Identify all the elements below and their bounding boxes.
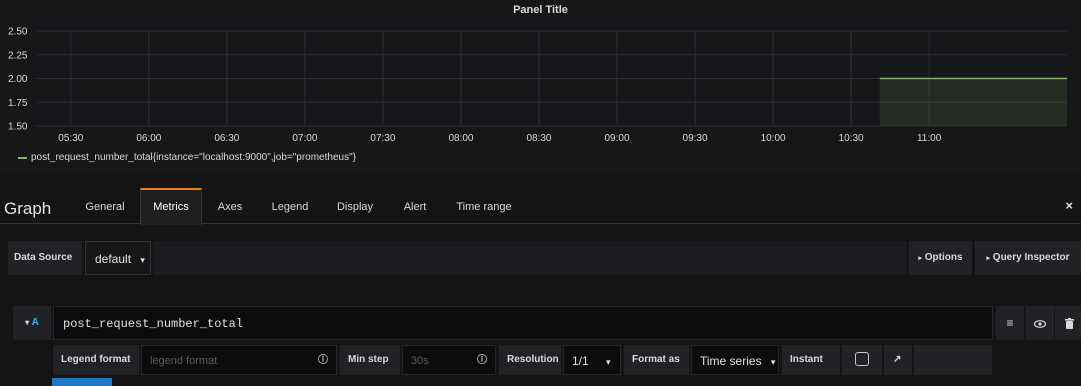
tab-axes[interactable]: Axes (206, 188, 254, 224)
tab-alert[interactable]: Alert (392, 188, 438, 224)
close-icon[interactable]: × (1065, 198, 1073, 213)
datasource-spacer (154, 241, 906, 275)
chevron-down-icon: ▾ (606, 357, 611, 367)
tab-general[interactable]: General (70, 188, 140, 224)
datasource-value: default (95, 252, 132, 266)
options-label: Options (924, 252, 963, 263)
series-area (879, 78, 1067, 126)
options-button[interactable]: ▸ Options (909, 241, 972, 275)
hamburger-menu-icon[interactable]: ≡ (996, 306, 1024, 340)
chevron-down-icon: ▾ (770, 357, 776, 367)
x-tick-label: 08:00 (448, 133, 473, 144)
caret-right-icon: ▸ (918, 255, 922, 262)
query-inspector-button[interactable]: ▸ Query Inspector (975, 241, 1081, 275)
tab-display[interactable]: Display (326, 188, 384, 224)
caret-right-icon: ▸ (986, 255, 991, 262)
x-tick-label: 09:00 (605, 133, 630, 144)
x-tick-label: 07:00 (292, 133, 317, 144)
query-row: ▾ A post_request_number_total ≡ (13, 306, 1081, 340)
format-as-value: Time series (700, 354, 762, 368)
chevron-down-icon: ▾ (140, 255, 145, 265)
x-tick-label: 10:00 (761, 133, 786, 144)
datasource-label: Data Source (8, 241, 82, 275)
trash-icon[interactable] (1055, 306, 1081, 340)
panel-title[interactable]: Panel Title (0, 4, 1081, 16)
min-step-label: Min step (340, 345, 400, 375)
query-inspector-label: Query Inspector (992, 252, 1070, 263)
datasource-select[interactable]: default ▾ (85, 241, 151, 275)
query-expression-input[interactable]: post_request_number_total (53, 306, 993, 340)
y-tick-label: 1.50 (8, 122, 28, 133)
x-tick-label: 08:30 (526, 133, 551, 144)
resolution-value: 1/1 (572, 354, 589, 368)
graph-panel: 2.50 2.25 2.00 1.75 1.50 05:30 06:00 06:30 07:00… (0, 0, 1081, 172)
format-as-select[interactable]: Time series ▾ (691, 345, 779, 375)
query-options-row: Legend format legend format ⓘ Min step 3… (53, 345, 993, 375)
x-tick-label: 06:00 (136, 133, 161, 144)
info-icon[interactable]: ⓘ (318, 346, 328, 376)
legend-format-input[interactable]: legend format ⓘ (141, 345, 337, 375)
instant-checkbox[interactable] (855, 352, 869, 366)
y-tick-label: 2.00 (8, 74, 28, 85)
chart: 2.50 2.25 2.00 1.75 1.50 05:30 06:00 06:30 07:00… (8, 27, 1067, 144)
editor-title: Graph (4, 199, 52, 218)
y-tick-label: 2.25 (8, 50, 28, 61)
chevron-down-icon: ▾ (25, 318, 30, 327)
x-tick-label: 05:30 (58, 133, 83, 144)
x-tick-label: 07:30 (370, 133, 395, 144)
y-tick-label: 1.75 (8, 98, 28, 109)
legend-item[interactable]: post_request_number_total{instance="loca… (18, 152, 356, 163)
datasource-bar: Data Source default ▾ ▸ Options ▸ Query … (8, 241, 1081, 275)
info-icon[interactable]: ⓘ (477, 346, 487, 376)
y-tick-label: 2.50 (8, 27, 28, 38)
resolution-select[interactable]: 1/1 ▾ (563, 345, 621, 375)
options-row-spacer (914, 345, 992, 375)
x-tick-label: 09:30 (683, 133, 708, 144)
format-as-label: Format as (624, 345, 689, 375)
instant-label: Instant (782, 345, 840, 375)
external-link-icon[interactable]: ↗ (884, 345, 912, 375)
eye-icon[interactable] (1026, 306, 1054, 340)
query-ref-id: A (31, 317, 39, 328)
legend-format-label: Legend format (53, 345, 139, 375)
query-collapse-toggle[interactable]: ▾ A (13, 306, 51, 340)
x-tick-label: 10:30 (839, 133, 864, 144)
legend-label: post_request_number_total{instance="loca… (31, 152, 356, 163)
x-tick-label: 06:30 (214, 133, 239, 144)
tab-time-range[interactable]: Time range (446, 188, 522, 224)
tab-metrics[interactable]: Metrics (140, 188, 202, 225)
legend-format-placeholder: legend format (150, 355, 218, 367)
tab-legend[interactable]: Legend (262, 188, 318, 224)
panel-editor: Graph General Metrics Axes Legend Displa… (0, 172, 1081, 386)
min-step-placeholder: 30s (411, 355, 429, 367)
legend-swatch (18, 156, 27, 159)
x-tick-label: 11:00 (917, 133, 942, 144)
editor-tabbar: Graph General Metrics Axes Legend Displa… (0, 188, 1081, 225)
resolution-label: Resolution (499, 345, 561, 375)
add-query-button[interactable] (52, 378, 112, 386)
min-step-input[interactable]: 30s ⓘ (402, 345, 496, 375)
instant-checkbox-cell (842, 345, 882, 375)
